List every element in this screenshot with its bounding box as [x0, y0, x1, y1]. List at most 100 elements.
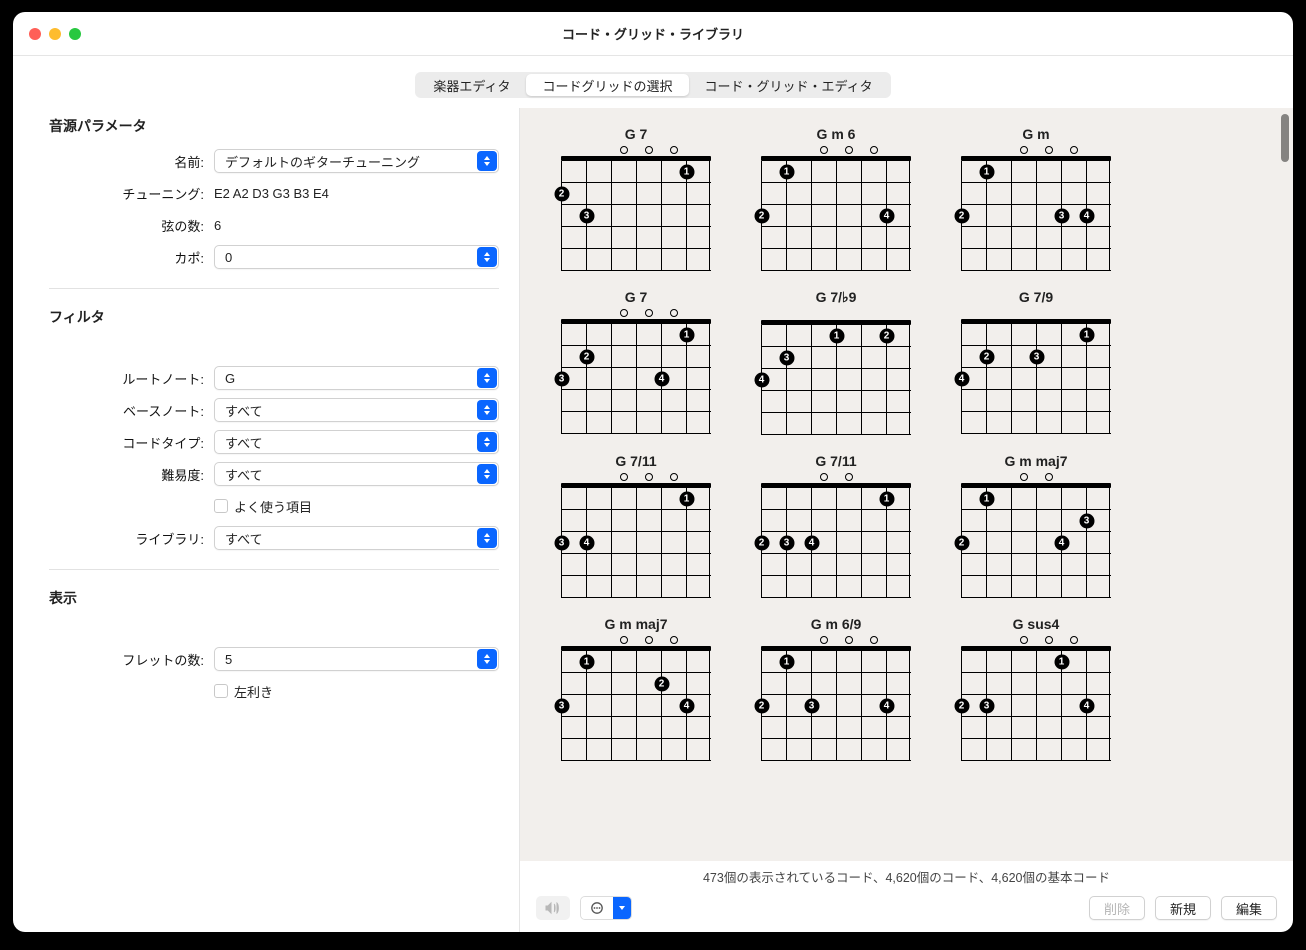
fretboard: 1234	[561, 646, 711, 761]
finger-dot: 1	[879, 492, 894, 507]
finger-dot: 2	[754, 536, 769, 551]
chord-diagram[interactable]: G 7/111234	[746, 453, 926, 598]
fretboard: 1234	[761, 320, 911, 435]
close-window-button[interactable]	[29, 28, 41, 40]
chord-diagram[interactable]: G 7 1234	[546, 289, 726, 435]
open-string-row	[761, 308, 911, 320]
difficulty-label: 難易度:	[49, 465, 204, 484]
name-select[interactable]: デフォルトのギターチューニング	[214, 149, 499, 173]
chord-name: G m maj7	[1004, 453, 1067, 469]
chord-name: G 7	[625, 289, 648, 305]
fretboard: 123	[561, 156, 711, 271]
open-string-row	[961, 307, 1111, 319]
open-string-row	[761, 634, 911, 646]
open-marker-icon	[1020, 146, 1028, 154]
titlebar: コード・グリッド・ライブラリ	[13, 12, 1293, 56]
chevrons-icon	[477, 247, 497, 267]
chord-diagram[interactable]: G 7123	[546, 126, 726, 271]
library-select[interactable]: すべて	[214, 526, 499, 550]
finger-dot: 4	[754, 373, 769, 388]
open-marker-icon	[620, 309, 628, 317]
play-sound-button[interactable]	[536, 896, 570, 920]
chord-library-window: コード・グリッド・ライブラリ 楽器エディタ コードグリッドの選択 コード・グリッ…	[13, 12, 1293, 932]
params-heading: 音源パラメータ	[49, 116, 499, 136]
open-marker-icon	[820, 473, 828, 481]
checkbox-box-icon	[214, 499, 228, 513]
chord-diagram[interactable]: G 7/91234	[946, 289, 1126, 435]
open-marker-icon	[620, 473, 628, 481]
tab-chord-grid-selection[interactable]: コードグリッドの選択	[526, 74, 688, 96]
chord-diagram[interactable]: G 7/♭91234	[746, 289, 926, 435]
favorite-checkbox[interactable]: よく使う項目	[214, 497, 312, 516]
open-marker-icon	[645, 146, 653, 154]
open-marker-icon	[1045, 146, 1053, 154]
tab-instrument-editor[interactable]: 楽器エディタ	[417, 74, 526, 96]
zoom-window-button[interactable]	[69, 28, 81, 40]
fret-count-select[interactable]: 5	[214, 647, 499, 671]
lefty-checkbox[interactable]: 左利き	[214, 682, 273, 701]
finger-dot: 1	[979, 165, 994, 180]
finger-dot: 3	[1029, 350, 1044, 365]
chord-type-select[interactable]: すべて	[214, 430, 499, 454]
window-title: コード・グリッド・ライブラリ	[562, 24, 744, 43]
open-marker-icon	[670, 146, 678, 154]
finger-dot: 3	[554, 372, 569, 387]
finger-dot: 4	[879, 209, 894, 224]
chord-grid-scroll[interactable]: G 7123G m 6124G m1234G 71234G 7/♭91234G …	[519, 108, 1293, 861]
finger-dot: 1	[829, 329, 844, 344]
checkbox-box-icon	[214, 684, 228, 698]
open-string-row	[561, 471, 711, 483]
speaker-icon	[545, 901, 561, 915]
footer-toolbar: 削除 新規 編集	[519, 890, 1293, 932]
fretboard: 1234	[961, 646, 1111, 761]
finger-dot: 1	[679, 328, 694, 343]
finger-dot: 1	[679, 492, 694, 507]
root-note-select[interactable]: G	[214, 366, 499, 390]
fretboard: 1234	[561, 319, 711, 434]
capo-select[interactable]: 0	[214, 245, 499, 269]
filter-heading: フィルタ	[49, 307, 499, 327]
chord-diagram[interactable]: G sus41234	[946, 616, 1126, 761]
chevrons-icon	[477, 400, 497, 420]
chevrons-icon	[477, 151, 497, 171]
minimize-window-button[interactable]	[49, 28, 61, 40]
fretboard: 1324	[961, 483, 1111, 598]
scrollbar-thumb[interactable]	[1281, 114, 1289, 162]
fret-count-label: フレットの数:	[49, 650, 204, 669]
name-value: デフォルトのギターチューニング	[225, 152, 420, 171]
finger-dot: 2	[979, 350, 994, 365]
window-controls	[29, 28, 81, 40]
finger-dot: 3	[804, 699, 819, 714]
open-marker-icon	[1045, 636, 1053, 644]
chord-name: G 7/9	[1019, 289, 1053, 305]
tab-chord-grid-editor[interactable]: コード・グリッド・エディタ	[689, 74, 889, 96]
chord-diagram[interactable]: G m 6124	[746, 126, 926, 271]
chord-diagram[interactable]: G m maj71234	[546, 616, 726, 761]
chord-diagram[interactable]: G m maj7 1324	[946, 453, 1126, 598]
fretboard: 1234	[961, 156, 1111, 271]
fretboard: 124	[761, 156, 911, 271]
edit-button[interactable]: 編集	[1221, 896, 1277, 920]
difficulty-select[interactable]: すべて	[214, 462, 499, 486]
chevrons-icon	[477, 464, 497, 484]
finger-dot: 2	[879, 329, 894, 344]
open-string-row	[561, 144, 711, 156]
finger-dot: 4	[1079, 209, 1094, 224]
chord-diagram[interactable]: G 7/11134	[546, 453, 726, 598]
chord-diagram[interactable]: G m1234	[946, 126, 1126, 271]
chord-name: G 7/11	[615, 453, 656, 469]
open-marker-icon	[845, 636, 853, 644]
actions-menu-button[interactable]	[580, 896, 632, 920]
finger-dot: 3	[579, 209, 594, 224]
bass-note-select[interactable]: すべて	[214, 398, 499, 422]
open-string-row	[961, 471, 1111, 483]
chord-diagram[interactable]: G m 6/91234	[746, 616, 926, 761]
new-button[interactable]: 新規	[1155, 896, 1211, 920]
open-marker-icon	[670, 636, 678, 644]
open-marker-icon	[820, 636, 828, 644]
delete-button[interactable]: 削除	[1089, 896, 1145, 920]
chevron-down-icon	[613, 897, 631, 919]
finger-dot: 4	[879, 699, 894, 714]
fretboard: 1234	[961, 319, 1111, 434]
chevrons-icon	[477, 432, 497, 452]
